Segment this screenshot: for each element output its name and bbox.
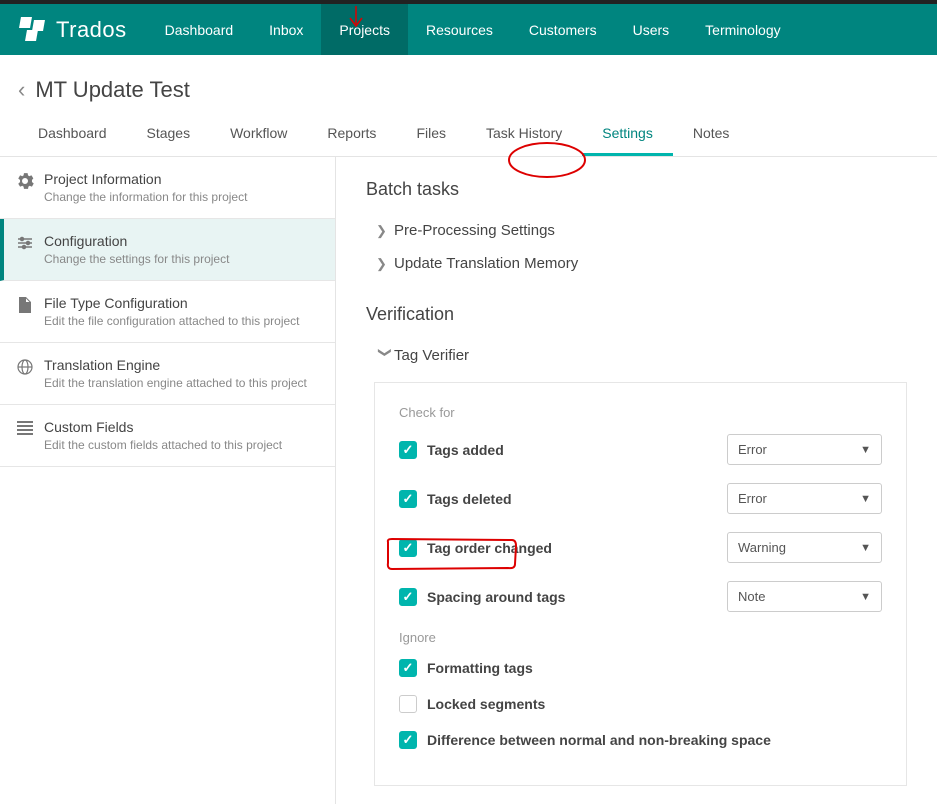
tab-dashboard[interactable]: Dashboard [18, 113, 127, 156]
content-body: Project Information Change the informatio… [0, 157, 937, 804]
checkbox[interactable] [399, 659, 417, 677]
nav-users[interactable]: Users [615, 4, 688, 55]
checkbox-label: Difference between normal and non-breaki… [427, 732, 771, 748]
top-nav-bar: Trados DashboardInboxProjectsResourcesCu… [0, 0, 937, 55]
gear-icon [14, 171, 36, 204]
severity-select[interactable]: Error▼ [727, 434, 882, 465]
chevron-right-icon: ❯ [376, 256, 394, 272]
checkbox[interactable] [399, 490, 417, 508]
main-nav: DashboardInboxProjectsResourcesCustomers… [147, 4, 799, 55]
caret-down-icon: ▼ [860, 542, 871, 554]
caret-down-icon: ▼ [860, 493, 871, 505]
verification-heading: Verification [366, 304, 907, 325]
sidebar-item-title: File Type Configuration [44, 295, 300, 311]
checkbox-label: Spacing around tags [427, 589, 565, 605]
tab-settings[interactable]: Settings [582, 113, 673, 156]
checkbox[interactable] [399, 539, 417, 557]
brand-icon [20, 17, 46, 43]
tab-reports[interactable]: Reports [307, 113, 396, 156]
sidebar-item-file-type-configuration[interactable]: File Type Configuration Edit the file con… [0, 281, 335, 343]
expander-pre-processing-settings[interactable]: ❯Pre-Processing Settings [366, 214, 907, 247]
check-row-tags-deleted: Tags deleted Error▼ [399, 483, 882, 514]
tag-verifier-panel: Check for Tags added Error▼ Tags deleted Er… [374, 382, 907, 786]
sidebar-item-translation-engine[interactable]: Translation Engine Edit the translation e… [0, 343, 335, 405]
checkbox-label: Formatting tags [427, 660, 533, 676]
page-title: MT Update Test [35, 77, 189, 103]
brand-logo: Trados [0, 17, 147, 43]
tab-notes[interactable]: Notes [673, 113, 750, 156]
sliders-icon [14, 233, 36, 266]
tab-task-history[interactable]: Task History [466, 113, 582, 156]
nav-customers[interactable]: Customers [511, 4, 615, 55]
check-row-formatting-tags: Formatting tags [399, 659, 882, 677]
tab-stages[interactable]: Stages [127, 113, 211, 156]
severity-select[interactable]: Warning▼ [727, 532, 882, 563]
nav-dashboard[interactable]: Dashboard [147, 4, 252, 55]
sidebar-item-desc: Edit the file configuration attached to … [44, 314, 300, 328]
check-row-spacing-around-tags: Spacing around tags Note▼ [399, 581, 882, 612]
ignore-label: Ignore [399, 630, 882, 645]
sidebar-item-desc: Change the settings for this project [44, 252, 229, 266]
severity-select[interactable]: Error▼ [727, 483, 882, 514]
checkbox-label: Locked segments [427, 696, 545, 712]
chevron-down-icon: ❯ [377, 347, 393, 365]
sidebar-item-desc: Edit the translation engine attached to … [44, 376, 307, 390]
chevron-right-icon: ❯ [376, 223, 394, 239]
check-row-difference-between-normal-and-non-breaking-space: Difference between normal and non-breaki… [399, 731, 882, 749]
check-row-tag-order-changed: Tag order changed Warning▼ [399, 532, 882, 563]
sidebar-item-desc: Change the information for this project [44, 190, 247, 204]
check-row-tags-added: Tags added Error▼ [399, 434, 882, 465]
sidebar-item-configuration[interactable]: Configuration Change the settings for thi… [0, 219, 335, 281]
tab-workflow[interactable]: Workflow [210, 113, 307, 156]
sidebar-item-custom-fields[interactable]: Custom Fields Edit the custom fields atta… [0, 405, 335, 467]
checkbox-label: Tags added [427, 442, 504, 458]
severity-select[interactable]: Note▼ [727, 581, 882, 612]
project-tabs: DashboardStagesWorkflowReportsFilesTask … [0, 113, 937, 157]
sidebar-item-desc: Edit the custom fields attached to this … [44, 438, 282, 452]
nav-terminology[interactable]: Terminology [687, 4, 798, 55]
sidebar-item-title: Custom Fields [44, 419, 282, 435]
check-for-label: Check for [399, 405, 882, 420]
checkbox[interactable] [399, 588, 417, 606]
sidebar-item-title: Configuration [44, 233, 229, 249]
tab-files[interactable]: Files [396, 113, 466, 156]
caret-down-icon: ▼ [860, 444, 871, 456]
breadcrumb: ‹ MT Update Test [0, 55, 937, 113]
list-icon [14, 419, 36, 452]
check-row-locked-segments: Locked segments [399, 695, 882, 713]
caret-down-icon: ▼ [860, 591, 871, 603]
settings-sidebar: Project Information Change the informatio… [0, 157, 336, 804]
batch-tasks-heading: Batch tasks [366, 179, 907, 200]
nav-inbox[interactable]: Inbox [251, 4, 321, 55]
nav-resources[interactable]: Resources [408, 4, 511, 55]
sidebar-item-title: Translation Engine [44, 357, 307, 373]
expander-update-translation-memory[interactable]: ❯Update Translation Memory [366, 247, 907, 280]
checkbox[interactable] [399, 731, 417, 749]
settings-main: Batch tasks ❯Pre-Processing Settings❯Upd… [336, 157, 937, 804]
checkbox-label: Tags deleted [427, 491, 512, 507]
expander-tag-verifier[interactable]: ❯Tag Verifier [366, 339, 907, 372]
back-button[interactable]: ‹ [18, 77, 25, 103]
sidebar-item-title: Project Information [44, 171, 247, 187]
checkbox[interactable] [399, 441, 417, 459]
nav-projects[interactable]: Projects [321, 4, 408, 55]
checkbox[interactable] [399, 695, 417, 713]
globe-icon [14, 357, 36, 390]
brand-name: Trados [56, 17, 127, 43]
sidebar-item-project-information[interactable]: Project Information Change the informatio… [0, 157, 335, 219]
checkbox-label: Tag order changed [427, 540, 552, 556]
file-icon [14, 295, 36, 328]
